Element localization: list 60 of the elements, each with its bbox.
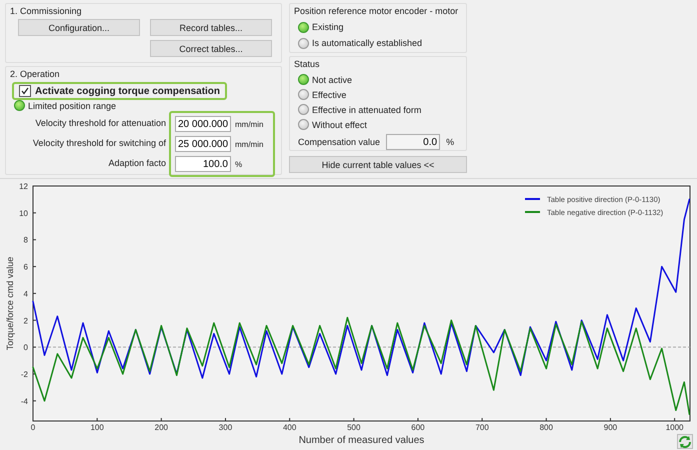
- checkbox[interactable]: [19, 85, 31, 97]
- group-title: Position reference motor encoder - motor: [294, 6, 460, 16]
- radio-label: Existing: [312, 22, 344, 32]
- y-tick-label: 8: [24, 236, 28, 245]
- input-field[interactable]: 20 000.000: [175, 116, 231, 132]
- unit-label: mm/min: [235, 140, 264, 148]
- radio-label: Not active: [312, 74, 352, 84]
- x-tick-label: 200: [154, 423, 168, 432]
- y-tick-label: -2: [20, 370, 28, 379]
- radio-button[interactable]: [298, 22, 309, 32]
- y-axis-title: Torque/force cmd value: [5, 256, 15, 350]
- input-field[interactable]: 25 000.000: [175, 136, 231, 152]
- action-button[interactable]: Correct tables...: [150, 40, 272, 57]
- check-icon: [21, 87, 29, 95]
- input-field[interactable]: 100.0: [175, 156, 231, 172]
- y-tick-label: 4: [24, 289, 28, 298]
- unit-label: %: [235, 160, 244, 168]
- x-tick-label: 900: [604, 423, 618, 432]
- radio-label: Without effect: [312, 120, 367, 130]
- radio-button[interactable]: [298, 89, 309, 100]
- checkbox-label: Activate cogging torque compensation: [35, 86, 220, 96]
- x-tick-label: 500: [347, 423, 360, 432]
- indicator-label: Limited position range: [28, 100, 116, 110]
- y-tick-label: -4: [20, 396, 28, 406]
- input-field[interactable]: 0.0: [386, 134, 440, 150]
- field-label: Adaption facto: [108, 157, 166, 170]
- refresh-button[interactable]: [677, 434, 693, 449]
- y-tick-label: 12: [19, 182, 28, 191]
- x-tick-label: 600: [411, 423, 425, 432]
- x-tick-label: 0: [30, 423, 36, 432]
- x-tick-label: 300: [218, 423, 232, 432]
- radio-label: Is automatically established: [312, 38, 422, 48]
- radio-label: Effective in attenuated form: [312, 104, 422, 114]
- field-label: Velocity threshold for switching of: [32, 137, 166, 150]
- radio-button[interactable]: [298, 38, 309, 48]
- group-title: 2. Operation: [10, 69, 61, 79]
- field-label: Compensation value: [298, 137, 380, 147]
- y-tick-label: 2: [24, 316, 28, 326]
- x-tick-label: 700: [475, 423, 489, 432]
- group-title: Status: [294, 59, 321, 69]
- hide-values-button[interactable]: Hide current table values <<: [289, 156, 467, 173]
- unit-label: mm/min: [235, 120, 264, 128]
- radio-button[interactable]: [298, 119, 309, 130]
- y-tick-label: 0: [24, 343, 28, 352]
- unit-label: %: [446, 137, 454, 147]
- radio-label: Effective: [312, 90, 346, 100]
- x-axis-title: Number of measured values: [298, 435, 424, 446]
- refresh-icon: [678, 434, 692, 448]
- x-tick-label: 1000: [666, 423, 684, 432]
- field-label: Velocity threshold for attenuation: [35, 117, 166, 130]
- y-tick-label: 6: [24, 262, 28, 272]
- radio-button[interactable]: [298, 74, 309, 85]
- x-tick-label: 400: [282, 423, 296, 432]
- y-tick-label: 10: [19, 208, 28, 218]
- group-title: 1. Commissioning: [10, 6, 83, 16]
- x-tick-label: 100: [90, 423, 104, 432]
- radio-button[interactable]: [298, 104, 309, 115]
- x-tick-label: 800: [540, 423, 553, 432]
- action-button[interactable]: Record tables...: [150, 19, 272, 36]
- action-button[interactable]: Configuration...: [18, 19, 140, 36]
